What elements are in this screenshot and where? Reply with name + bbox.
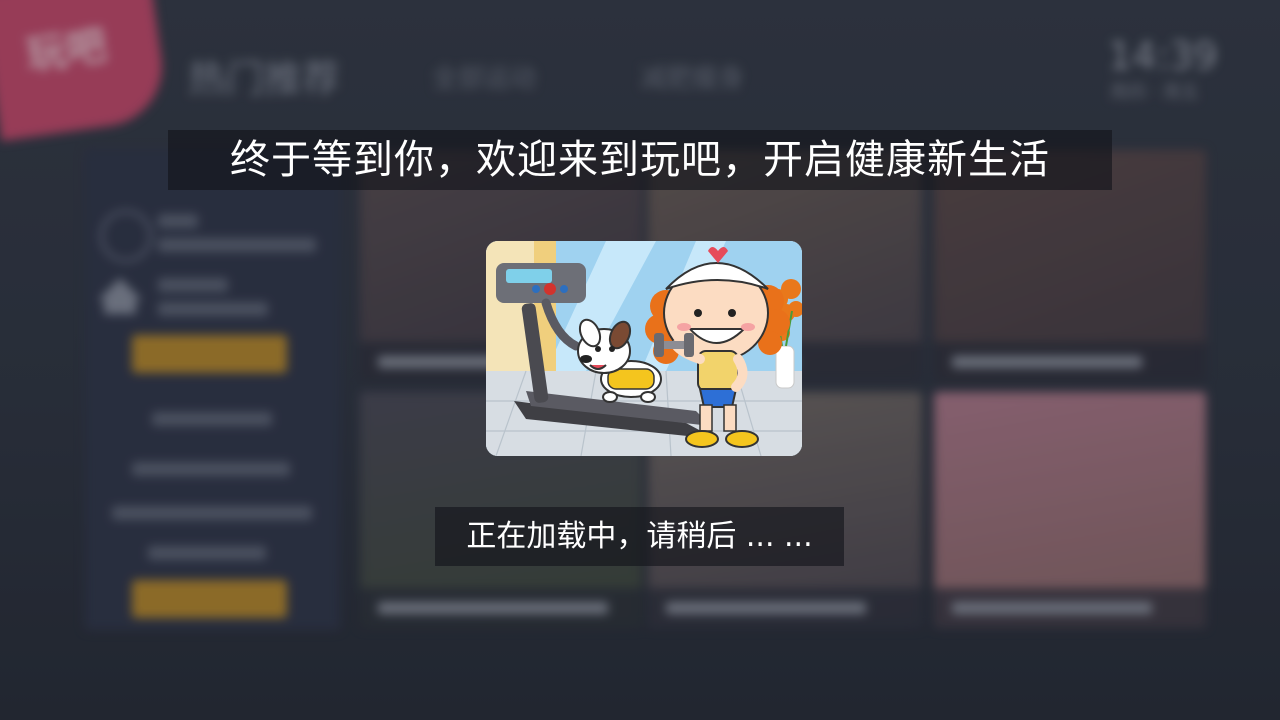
loading-message: 正在加载中，请稍后 ... ...	[435, 507, 844, 566]
welcome-banner: 终于等到你，欢迎来到玩吧，开启健康新生活	[168, 130, 1112, 190]
splash-screen: 玩吧 热门推荐 全部运动 减肥瘦身 14:39 周四 · 周五 终于等到你，欢迎…	[0, 0, 1280, 720]
treadmill-girl-dog-illustration	[486, 241, 802, 456]
